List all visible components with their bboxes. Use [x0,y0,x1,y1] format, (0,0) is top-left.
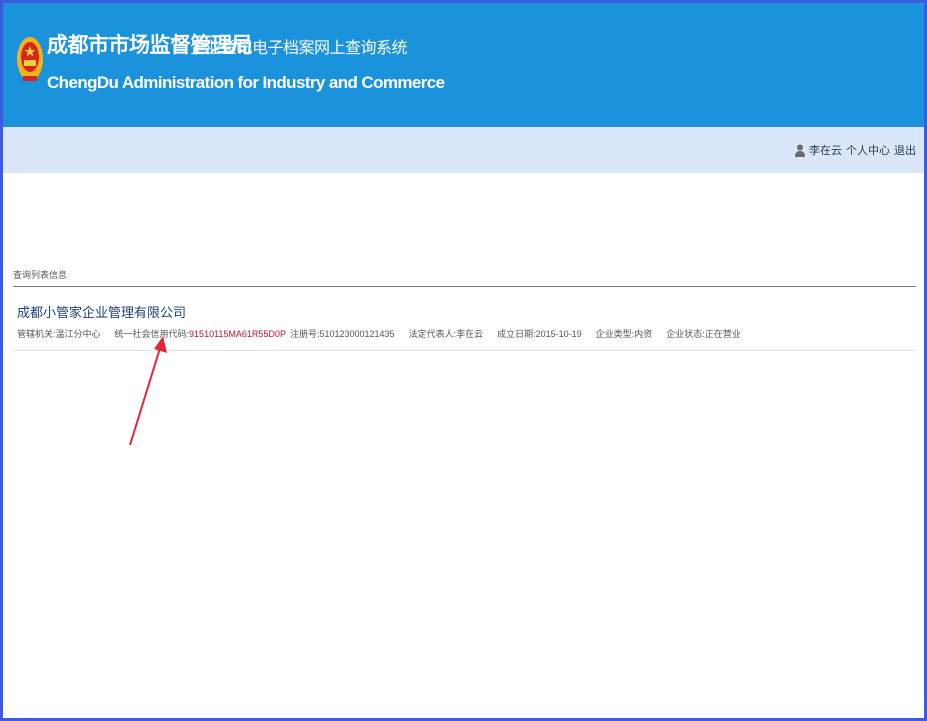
authority-value: 温江分中心 [55,329,101,339]
established-date: 成立日期:2015-10-19 [497,327,582,340]
username: 李在云 [809,145,842,157]
company-type-label: 企业类型: [595,329,635,339]
authority: 管辖机关:温江分中心 [17,327,101,340]
reg-no: 注册号:510123000121435 [290,327,395,340]
reg-no-value: 510123000121435 [319,329,395,339]
legal-rep-label: 法定代表人: [408,329,457,339]
user-icon [795,144,805,157]
company-status-value: 正在营业 [704,329,741,339]
company-status: 企业状态:正在营业 [666,327,741,340]
site-header: 成都市市场监督管理局 企业登记电子档案网上查询系统 ChengDu Admini… [3,3,924,127]
reg-no-label: 注册号: [289,329,320,339]
user-menu: 李在云 个人中心 退出 [795,142,916,158]
user-bar: 李在云 个人中心 退出 [3,127,924,173]
agency-title-english: ChengDu Administration for Industry and … [47,73,445,92]
section-label: 查询列表信息 [13,270,68,280]
legal-rep: 法定代表人:李在云 [409,327,484,340]
company-status-label: 企业状态: [666,329,705,339]
company-type: 企业类型:内资 [596,327,653,340]
system-title: 企业登记电子档案网上查询系统 [190,40,408,57]
section-divider [13,286,916,287]
established-value: 2015-10-19 [535,329,582,339]
profile-link[interactable]: 个人中心 [846,142,890,158]
logout-link[interactable]: 退出 [894,142,916,158]
company-type-value: 内资 [634,329,653,339]
red-arrow-annotation [129,336,167,446]
authority-label: 管辖机关: [17,329,56,339]
national-emblem-icon [17,37,43,81]
company-name-link[interactable]: 成都小管家企业管理有限公司 [17,302,186,321]
legal-rep-value: 李在云 [456,329,484,339]
established-label: 成立日期: [497,329,536,339]
credit-code-value: 91510115MA61R55D0P [189,329,286,339]
